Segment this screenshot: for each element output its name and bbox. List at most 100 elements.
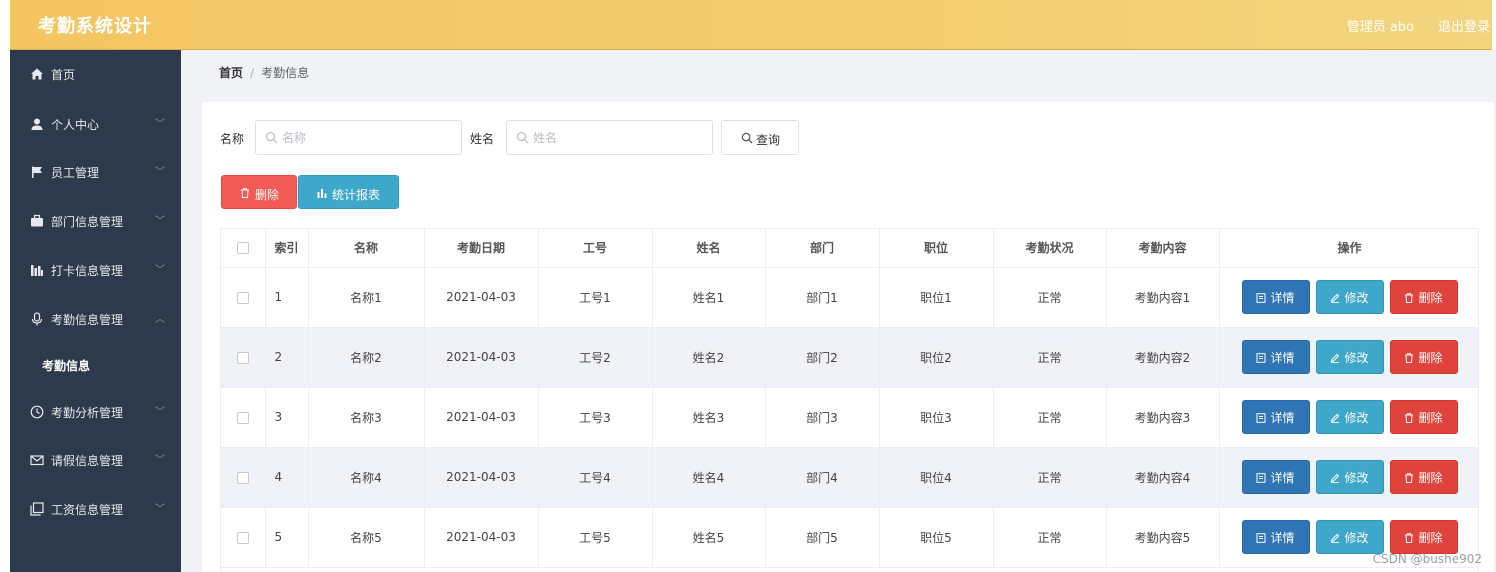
row-checkbox[interactable] <box>236 351 249 364</box>
trash-icon <box>1405 413 1414 423</box>
column-header: 姓名 <box>652 229 766 268</box>
delete-button-label: 删除 <box>1418 471 1443 485</box>
table-cell: 姓名1 <box>652 267 766 328</box>
table-cell: 1 <box>265 267 309 328</box>
sidebar-item-label: 员工管理 <box>51 166 100 180</box>
edit-button[interactable]: 修改 <box>1315 460 1384 494</box>
name-filter-field[interactable] <box>255 120 462 155</box>
sidebar-item-employees[interactable]: 员工管理 ﹀ <box>10 152 181 192</box>
row-checkbox[interactable] <box>236 291 249 304</box>
delete-button[interactable]: 删除 <box>1389 280 1458 314</box>
row-actions-cell: 详情 修改 删除 <box>1219 327 1478 388</box>
row-select-cell <box>221 507 266 568</box>
detail-button[interactable]: 详情 <box>1241 460 1310 494</box>
row-checkbox[interactable] <box>236 471 249 484</box>
chevron-down-icon: ﹀ <box>155 167 165 178</box>
table-cell: 职位5 <box>879 507 994 568</box>
table-row: 1 名称1 2021-04-03 工号1 姓名1 部门1 职位1 正常 考勤内容1 详情 修改 删除 <box>221 267 1478 328</box>
table-cell: 职位1 <box>879 267 994 328</box>
table-cell: 正常 <box>993 267 1107 328</box>
sidebar-item-label: 考勤信息管理 <box>51 313 124 327</box>
table-cell: 职位4 <box>879 447 994 508</box>
edit-button[interactable]: 修改 <box>1315 520 1384 554</box>
table-row: 2 名称2 2021-04-03 工号2 姓名2 部门2 职位2 正常 考勤内容2 详情 修改 删除 <box>221 327 1478 388</box>
edit-button[interactable]: 修改 <box>1315 400 1384 434</box>
home-icon <box>31 68 43 80</box>
row-select-cell <box>221 447 266 508</box>
breadcrumb-current: 考勤信息 <box>261 66 310 80</box>
batch-delete-button[interactable]: 删除 <box>221 175 297 209</box>
search-icon <box>741 132 753 144</box>
trash-icon <box>1405 533 1414 543</box>
table-cell: 2 <box>265 327 309 388</box>
table-cell: 2021-04-03 <box>424 267 539 328</box>
pencil-icon <box>1331 473 1340 483</box>
user-icon <box>31 118 43 130</box>
table-header-row: 索引 名称 考勤日期 工号 姓名 部门 职位 考勤状况 考勤内容 操作 <box>221 229 1478 268</box>
chevron-down-icon: ﹀ <box>155 119 165 130</box>
edit-button[interactable]: 修改 <box>1315 280 1384 314</box>
sidebar-item-departments[interactable]: 部门信息管理 ﹀ <box>10 201 181 241</box>
bar-chart-icon <box>317 189 327 198</box>
sidebar-item-label: 打卡信息管理 <box>51 264 124 278</box>
query-button[interactable]: 查询 <box>721 120 799 155</box>
sidebar-item-attendance[interactable]: 考勤信息管理 ︿ <box>10 299 181 339</box>
sidebar-item-profile[interactable]: 个人中心 ﹀ <box>10 104 181 144</box>
column-header: 操作 <box>1219 229 1478 268</box>
column-header: 考勤状况 <box>993 229 1107 268</box>
edit-button-label: 修改 <box>1344 531 1369 545</box>
statistics-report-button[interactable]: 统计报表 <box>298 175 399 209</box>
select-all-checkbox[interactable] <box>236 242 249 255</box>
sidebar-item-leave[interactable]: 请假信息管理 ﹀ <box>10 440 181 480</box>
detail-button[interactable]: 详情 <box>1241 400 1310 434</box>
table-cell: 考勤内容5 <box>1106 507 1220 568</box>
row-checkbox[interactable] <box>236 531 249 544</box>
query-button-label: 查询 <box>756 133 781 147</box>
table-cell: 部门5 <box>765 507 880 568</box>
table-cell: 名称4 <box>308 447 425 508</box>
table-cell: 名称5 <box>308 507 425 568</box>
document-icon <box>1256 353 1266 363</box>
detail-button[interactable]: 详情 <box>1241 340 1310 374</box>
person-search-input[interactable] <box>533 129 703 147</box>
column-header: 考勤内容 <box>1106 229 1220 268</box>
table-cell: 正常 <box>993 387 1107 448</box>
table-cell: 职位2 <box>879 327 994 388</box>
detail-button[interactable]: 详情 <box>1241 520 1310 554</box>
chevron-down-icon: ﹀ <box>155 216 165 227</box>
delete-button[interactable]: 删除 <box>1389 340 1458 374</box>
delete-button[interactable]: 删除 <box>1389 520 1458 554</box>
sidebar-item-label: 个人中心 <box>51 118 100 132</box>
sidebar-item-home[interactable]: 首页 <box>10 54 181 94</box>
pencil-icon <box>1331 293 1340 303</box>
delete-button[interactable]: 删除 <box>1389 460 1458 494</box>
table-cell: 姓名2 <box>652 327 766 388</box>
sidebar-item-label: 首页 <box>51 68 76 82</box>
table-cell: 2021-04-03 <box>424 327 539 388</box>
table-cell: 5 <box>265 507 309 568</box>
edit-button-label: 修改 <box>1344 351 1369 365</box>
sidebar-item-analysis[interactable]: 考勤分析管理 ﹀ <box>10 392 181 432</box>
delete-button-label: 删除 <box>1418 411 1443 425</box>
edit-button[interactable]: 修改 <box>1315 340 1384 374</box>
pencil-icon <box>1331 533 1340 543</box>
detail-button[interactable]: 详情 <box>1241 280 1310 314</box>
document-icon <box>1256 473 1266 483</box>
table-cell: 部门3 <box>765 387 880 448</box>
breadcrumb-home[interactable]: 首页 <box>219 66 243 80</box>
logout-link[interactable]: 退出登录 <box>1438 16 1490 35</box>
row-checkbox[interactable] <box>236 411 249 424</box>
person-filter-field[interactable] <box>506 120 713 155</box>
chevron-down-icon: ﹀ <box>155 265 165 276</box>
copy-icon <box>30 502 44 516</box>
sidebar-subitem-attendance-info[interactable]: 考勤信息 <box>10 345 181 385</box>
flag-icon <box>32 166 42 178</box>
delete-button[interactable]: 删除 <box>1389 400 1458 434</box>
sidebar-item-salary[interactable]: 工资信息管理 ﹀ <box>10 489 181 529</box>
sidebar-item-clockin[interactable]: 打卡信息管理 ﹀ <box>10 250 181 290</box>
microphone-icon <box>31 312 43 326</box>
search-icon <box>516 131 529 144</box>
delete-button-label: 删除 <box>1418 531 1443 545</box>
name-search-input[interactable] <box>282 129 452 147</box>
table-cell: 工号1 <box>538 267 653 328</box>
